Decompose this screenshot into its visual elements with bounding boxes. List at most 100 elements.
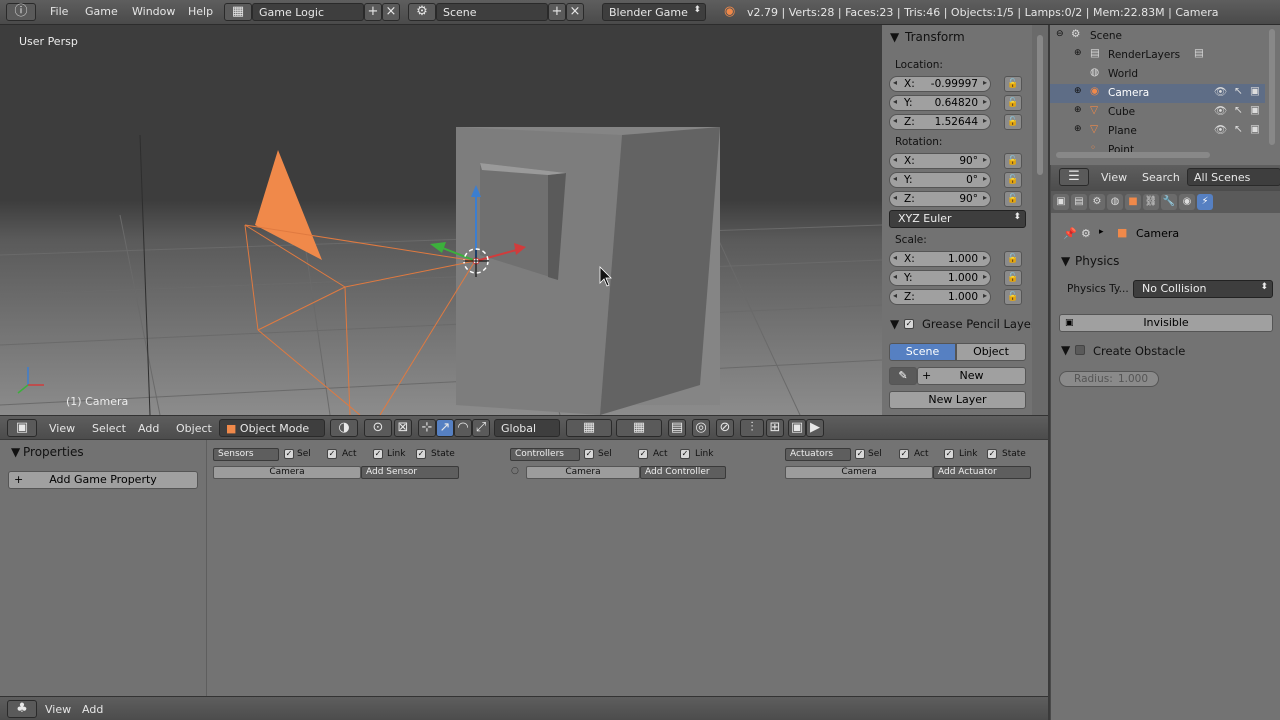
orientation-dropdown[interactable]: Global (494, 419, 560, 437)
lock-icon[interactable]: 🔓 (1004, 270, 1022, 286)
expand-icon[interactable]: ⊕ (1074, 105, 1082, 115)
npanel-scrollbar[interactable] (1037, 35, 1043, 175)
scene-field[interactable]: Scene (436, 3, 548, 21)
eye-icon[interactable]: 👁 (1214, 104, 1227, 117)
snap-icon[interactable]: ⊘ (716, 419, 734, 437)
editor-type-icon[interactable]: ▣ (7, 419, 37, 437)
add-layout-icon[interactable]: + (364, 3, 382, 21)
outliner-row-scene[interactable]: ⊖ ⚙ Scene (1050, 27, 1265, 46)
controllers-dropdown[interactable]: Controllers (510, 448, 580, 461)
scene-tab-icon[interactable]: ⚙ (1089, 194, 1105, 210)
outliner-v-scrollbar[interactable] (1269, 29, 1275, 145)
decrement-arrow-icon[interactable]: ◂ (893, 253, 897, 262)
menu-file[interactable]: File (50, 5, 68, 18)
screen-layout-field[interactable]: Game Logic (252, 3, 364, 21)
collapse-arrow-icon[interactable]: ▼ (11, 445, 20, 459)
lock-icon[interactable]: 🔓 (1004, 114, 1022, 130)
actuators-act-checkbox[interactable]: ✓ (899, 449, 909, 459)
decrement-arrow-icon[interactable]: ◂ (893, 97, 897, 106)
add-actuator-dropdown[interactable]: Add Actuator (933, 466, 1031, 479)
decrement-arrow-icon[interactable]: ◂ (893, 193, 897, 202)
scale-z-field[interactable]: ◂ Z: 1.000 ▸ (889, 289, 991, 305)
eye-icon[interactable]: 👁 (1214, 85, 1227, 98)
decrement-arrow-icon[interactable]: ◂ (893, 291, 897, 300)
collapse-arrow-icon[interactable]: ▼ (1061, 254, 1070, 268)
decrement-arrow-icon[interactable]: ◂ (893, 116, 897, 125)
increment-arrow-icon[interactable]: ▸ (983, 253, 987, 262)
add-scene-icon[interactable]: + (548, 3, 566, 21)
sensors-link-checkbox[interactable]: ✓ (373, 449, 383, 459)
rotation-y-field[interactable]: ◂ Y: 0° ▸ (889, 172, 991, 188)
outliner-type-icon[interactable]: ☰ (1059, 168, 1089, 186)
lock-icon[interactable]: 🔓 (1004, 289, 1022, 305)
controllers-link-checkbox[interactable]: ✓ (680, 449, 690, 459)
lock-icon[interactable]: 🔓 (1004, 153, 1022, 169)
sensors-act-checkbox[interactable]: ✓ (327, 449, 337, 459)
expand-dot-icon[interactable]: ○ (511, 466, 519, 476)
layers-grid-1-icon[interactable]: ▦ (566, 419, 612, 437)
scale-y-field[interactable]: ◂ Y: 1.000 ▸ (889, 270, 991, 286)
mode-dropdown[interactable]: ■ Object Mode (219, 419, 325, 437)
lock-icon[interactable]: 🔓 (1004, 95, 1022, 111)
cursor-icon[interactable]: ↖ (1234, 85, 1243, 97)
snap-element-icon[interactable]: ⫶ (740, 419, 764, 437)
render-anim-icon[interactable]: ▶ (806, 419, 824, 437)
controllers-sel-checkbox[interactable]: ✓ (584, 449, 594, 459)
decrement-arrow-icon[interactable]: ◂ (893, 155, 897, 164)
layers-grid-2-icon[interactable]: ▦ (616, 419, 662, 437)
sensors-state-checkbox[interactable]: ✓ (416, 449, 426, 459)
expand-icon[interactable]: ⊕ (1074, 86, 1082, 96)
render-camera-icon[interactable]: ▣ (1250, 85, 1260, 97)
add-sensor-dropdown[interactable]: Add Sensor (361, 466, 459, 479)
scene-icon[interactable]: ⚙ (408, 3, 436, 21)
remove-scene-icon[interactable]: × (566, 3, 584, 21)
screen-layout-icon[interactable]: ▦ (224, 3, 252, 21)
3d-viewport[interactable]: User Persp (1) Camera (0, 25, 882, 415)
proportional-icon[interactable]: ⊠ (394, 419, 412, 437)
increment-arrow-icon[interactable]: ▸ (983, 272, 987, 281)
pin-icon[interactable]: 📌 (1063, 227, 1077, 240)
actuators-sel-checkbox[interactable]: ✓ (855, 449, 865, 459)
modifiers-tab-icon[interactable]: 🔧 (1161, 194, 1177, 210)
increment-arrow-icon[interactable]: ▸ (983, 174, 987, 183)
lock-icon[interactable]: 🔓 (1004, 191, 1022, 207)
increment-arrow-icon[interactable]: ▸ (983, 155, 987, 164)
menu-select[interactable]: Select (92, 422, 126, 435)
constraints-tab-icon[interactable]: ⛓ (1143, 194, 1159, 210)
render-icon[interactable]: ▣ (788, 419, 806, 437)
logic-editor-type-icon[interactable]: ♣ (7, 700, 37, 718)
collapse-arrow-icon[interactable]: ▼ (890, 30, 899, 44)
cursor-icon[interactable]: ↖ (1234, 123, 1243, 135)
controllers-act-checkbox[interactable]: ✓ (638, 449, 648, 459)
render-camera-icon[interactable]: ▣ (1250, 123, 1260, 135)
engine-dropdown[interactable]: Blender Game ⬍ (602, 3, 706, 21)
outliner-row-plane[interactable]: ⊕ ▽ Plane 👁 ↖ ▣ (1050, 122, 1265, 141)
rotate-icon[interactable]: ◠ (454, 419, 472, 437)
display-mode-dropdown[interactable]: All Scenes (1187, 168, 1280, 186)
actuators-state-checkbox[interactable]: ✓ (987, 449, 997, 459)
outliner-row-camera[interactable]: ⊕ ◉ Camera 👁 ↖ ▣ (1050, 84, 1265, 103)
new-layer-button[interactable]: New Layer (889, 391, 1026, 409)
increment-arrow-icon[interactable]: ▸ (983, 116, 987, 125)
new-gp-button[interactable]: + New (917, 367, 1026, 385)
scale-x-field[interactable]: ◂ X: 1.000 ▸ (889, 251, 991, 267)
shading-icon[interactable]: ◑ (330, 419, 358, 437)
expand-icon[interactable]: ⊕ (1074, 124, 1082, 134)
collapse-arrow-icon[interactable]: ▼ (890, 317, 899, 331)
location-y-field[interactable]: ◂ Y: 0.64820 ▸ (889, 95, 991, 111)
physics-type-dropdown[interactable]: No Collision ⬍ (1133, 280, 1273, 298)
decrement-arrow-icon[interactable]: ◂ (893, 174, 897, 183)
menu-search[interactable]: Search (1142, 171, 1180, 184)
invisible-toggle[interactable]: ▣ Invisible (1059, 314, 1273, 332)
pivot-icon[interactable]: ⊙ (364, 419, 392, 437)
create-obstacle-checkbox[interactable] (1075, 345, 1085, 355)
lock-icon[interactable]: 🔓 (1004, 76, 1022, 92)
tab-scene[interactable]: Scene (889, 343, 956, 361)
sensors-dropdown[interactable]: Sensors (213, 448, 279, 461)
location-x-field[interactable]: ◂ X: -0.99997 ▸ (889, 76, 991, 92)
manipulator-icon[interactable]: ⊹ (418, 419, 436, 437)
decrement-arrow-icon[interactable]: ◂ (893, 78, 897, 87)
menu-add[interactable]: Add (82, 703, 103, 716)
lock-icon[interactable]: 🔓 (1004, 251, 1022, 267)
add-game-property-button[interactable]: + Add Game Property (8, 471, 198, 489)
